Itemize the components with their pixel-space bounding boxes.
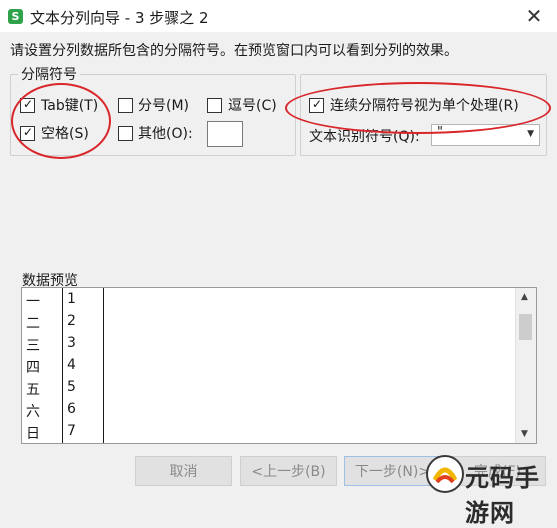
preview-cell-col2: 1 [67,291,76,307]
preview-cell-col1: 五 [26,382,40,398]
semicolon-checkbox-label[interactable]: 分号(M) [138,95,189,115]
preview-row: 三 3 [22,333,512,355]
preview-row: 一 1 [22,289,512,311]
window-title: 文本分列向导 - 3 步骤之 2 [30,9,209,27]
dropdown-arrow-icon: ▼ [527,129,534,139]
preview-cell-col2: 6 [67,401,76,417]
instruction-text: 请设置分列数据所包含的分隔符号。在预览窗口内可以看到分列的效果。 [10,43,458,59]
cancel-button[interactable]: 取消 [135,456,232,486]
preview-cell-col1: 日 [26,426,40,442]
preview-row: 二 2 [22,311,512,333]
preview-cell-col1: 三 [26,338,40,354]
preview-cell-col2: 2 [67,313,76,329]
scroll-thumb[interactable] [519,314,532,340]
preview-cell-col2: 4 [67,357,76,373]
scroll-up-icon[interactable]: ▲ [521,292,528,302]
other-checkbox[interactable] [118,126,133,141]
preview-row: 四 4 [22,355,512,377]
preview-cell-col1: 六 [26,404,40,420]
vertical-scrollbar[interactable]: ▲ ▼ [515,288,536,443]
data-preview: 一 1 二 2 三 3 四 4 五 5 六 6 日 7 ▲ ▼ [21,287,537,444]
preview-row: 五 5 [22,377,512,399]
back-button[interactable]: <上一步(B) [240,456,337,486]
preview-cell-col1: 四 [26,360,40,376]
watermark-text: 元码手游网 [465,464,540,527]
delimiters-legend: 分隔符号 [18,64,80,84]
close-icon[interactable]: ✕ [521,3,547,29]
preview-row: 日 7 [22,421,512,443]
title-bar: S 文本分列向导 - 3 步骤之 2 ✕ [0,0,557,32]
comma-checkbox[interactable] [207,98,222,113]
other-delimiter-input[interactable] [207,121,243,147]
preview-cell-col2: 3 [67,335,76,351]
annotation-ring-right [285,82,551,134]
comma-checkbox-label[interactable]: 逗号(C) [228,95,277,115]
preview-row: 六 6 [22,399,512,421]
watermark: 元码手游网 [423,452,555,527]
column-divider[interactable] [62,288,63,443]
scroll-down-icon[interactable]: ▼ [521,429,528,439]
column-divider[interactable] [103,288,104,443]
preview-cell-col1: 二 [26,316,40,332]
semicolon-checkbox[interactable] [118,98,133,113]
preview-cell-col1: 一 [26,294,40,310]
other-checkbox-label[interactable]: 其他(O): [138,123,193,143]
preview-cell-col2: 7 [67,423,76,439]
watermark-logo-icon [426,455,464,493]
preview-cell-col2: 5 [67,379,76,395]
app-icon: S [8,9,23,24]
annotation-ring-left [11,83,111,159]
